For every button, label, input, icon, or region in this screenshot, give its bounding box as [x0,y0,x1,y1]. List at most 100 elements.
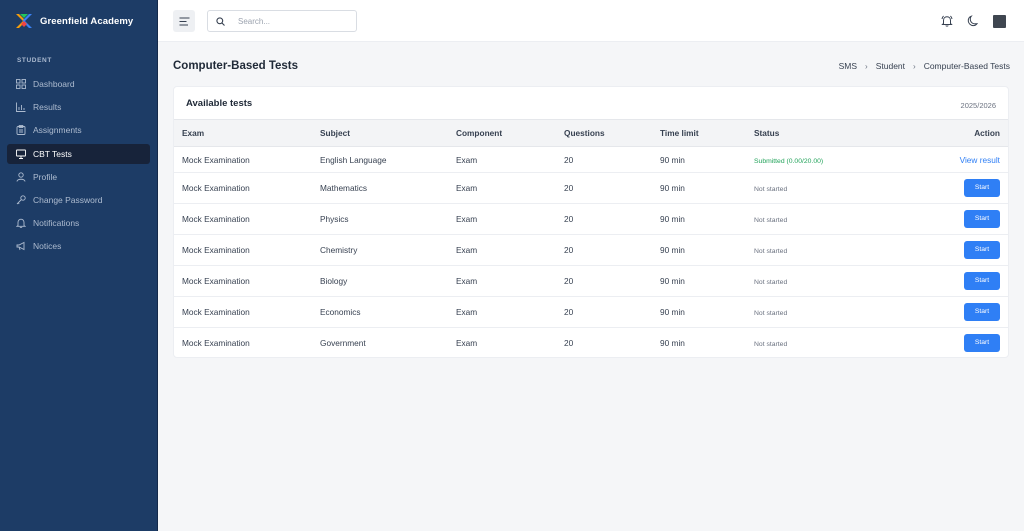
start-test-button[interactable]: Start [964,179,1000,197]
cell-questions: 20 [564,172,660,204]
breadcrumb-item-student[interactable]: Student [876,61,905,71]
table-row: Mock Examination Government Exam 20 90 m… [174,328,1008,358]
topbar [158,0,1024,42]
start-test-button[interactable]: Start [964,272,1000,290]
status-badge: Not started [754,186,788,193]
start-test-button[interactable]: Start [964,303,1000,321]
menu-toggle-button[interactable] [173,10,195,32]
sidebar-item-label: CBT Tests [33,148,72,159]
search-icon [216,16,225,26]
sidebar-item-notifications[interactable]: Notifications [7,213,150,233]
cell-subject: English Language [320,146,456,173]
user-menu-button[interactable] [992,14,1006,28]
cell-component: Exam [456,338,478,349]
tests-table: Exam Subject Component Questions Time li… [174,119,1008,358]
cell-questions: 20 [564,338,574,349]
page-title: Computer-Based Tests [173,60,299,72]
cell-time-limit: 90 min [660,172,754,204]
sidebar-item-label: Notices [33,241,62,252]
start-test-button[interactable]: Start [964,241,1000,259]
cell-subject: Chemistry [320,234,456,266]
cell-component: Exam [456,146,564,173]
sidebar-section-label: STUDENT [17,57,52,64]
notifications-button[interactable] [940,14,954,28]
table-row: Mock Examination Mathematics Exam 20 90 … [174,172,1008,204]
chevron-right-icon: › [913,61,916,71]
cell-component: Exam [456,172,564,204]
cell-time-limit: 90 min [660,203,754,235]
cell-exam: Mock Examination [174,234,320,266]
cell-questions: 20 [564,296,660,328]
search-input[interactable] [238,16,348,26]
search-box[interactable] [207,10,357,32]
chevron-right-icon: › [865,61,868,71]
bar-chart-icon [15,102,26,113]
sidebar-item-profile[interactable]: Profile [7,167,150,187]
cell-subject: Government [320,338,366,349]
sidebar-nav: Dashboard Results Assignments CBT Tests … [0,74,157,256]
sidebar-item-label: Profile [33,171,58,182]
start-test-button[interactable]: Start [964,334,1000,353]
avatar [992,14,1006,28]
cell-component: Exam [456,234,564,266]
table-row: Mock Examination Economics Exam 20 90 mi… [174,296,1008,328]
sidebar-item-cbt-tests[interactable]: CBT Tests [7,143,150,164]
sidebar-item-results[interactable]: Results [7,97,150,117]
start-test-button[interactable]: Start [964,210,1000,228]
cell-questions: 20 [564,234,660,266]
cell-exam: Mock Examination [174,203,320,235]
cell-time-limit: 90 min [660,234,754,266]
status-badge: Not started [754,248,788,255]
available-tests-card: Available tests 2025/2026 Exam Subject C… [173,86,1009,358]
column-header-exam: Exam [174,119,320,147]
breadcrumb-item-current: Computer-Based Tests [923,61,1010,71]
table-row: Mock Examination English Language Exam 2… [174,146,1008,173]
sidebar-item-label: Notifications [33,218,80,229]
bell-icon [15,218,26,229]
card-header: Available tests 2025/2026 [174,87,1008,119]
sidebar-item-change-password[interactable]: Change Password [7,190,150,210]
cell-exam: Mock Examination [182,338,250,349]
megaphone-icon [15,241,26,252]
status-badge: Not started [754,341,788,349]
cell-time-limit: 90 min [660,265,754,297]
moon-icon [967,15,979,27]
breadcrumb-item-sms[interactable]: SMS [839,61,857,71]
sidebar-item-label: Dashboard [33,79,75,89]
sidebar-item-label: Results [33,102,62,113]
cell-subject: Economics [320,296,456,328]
cell-exam: Mock Examination [174,296,320,328]
cell-exam: Mock Examination [174,146,320,173]
sidebar-item-notices[interactable]: Notices [7,236,150,256]
cell-questions: 20 [564,265,660,297]
cell-component: Exam [456,265,564,297]
hamburger-icon [179,16,189,26]
sidebar-item-label: Change Password [33,194,103,205]
column-header-action: Action [904,119,1008,147]
cell-subject: Biology [320,265,456,297]
table-row: Mock Examination Biology Exam 20 90 min … [174,265,1008,297]
card-title: Available tests [186,97,253,109]
cell-exam: Mock Examination [174,172,320,204]
cell-questions: 20 [564,203,660,235]
user-icon [15,171,26,182]
theme-toggle-button[interactable] [966,14,980,28]
cell-component: Exam [456,203,564,235]
cell-questions: 20 [564,146,660,173]
column-header-time-limit: Time limit [660,119,754,147]
status-badge: Not started [754,310,788,317]
column-header-status: Status [754,119,904,147]
brand[interactable]: Greenfield Academy [0,0,157,42]
monitor-icon [15,148,26,159]
table-row: Mock Examination Chemistry Exam 20 90 mi… [174,234,1008,266]
breadcrumb: SMS › Student › Computer-Based Tests [839,61,1010,71]
column-header-subject: Subject [320,119,456,147]
sidebar-item-dashboard[interactable]: Dashboard [7,74,150,94]
cell-exam: Mock Examination [174,265,320,297]
key-icon [15,194,26,205]
status-badge: Submitted (0.00/20.00) [754,157,824,165]
cell-time-limit: 90 min [660,338,685,349]
sidebar-item-assignments[interactable]: Assignments [7,120,150,140]
status-badge: Not started [754,217,788,224]
view-result-link[interactable]: View result [960,155,1000,165]
